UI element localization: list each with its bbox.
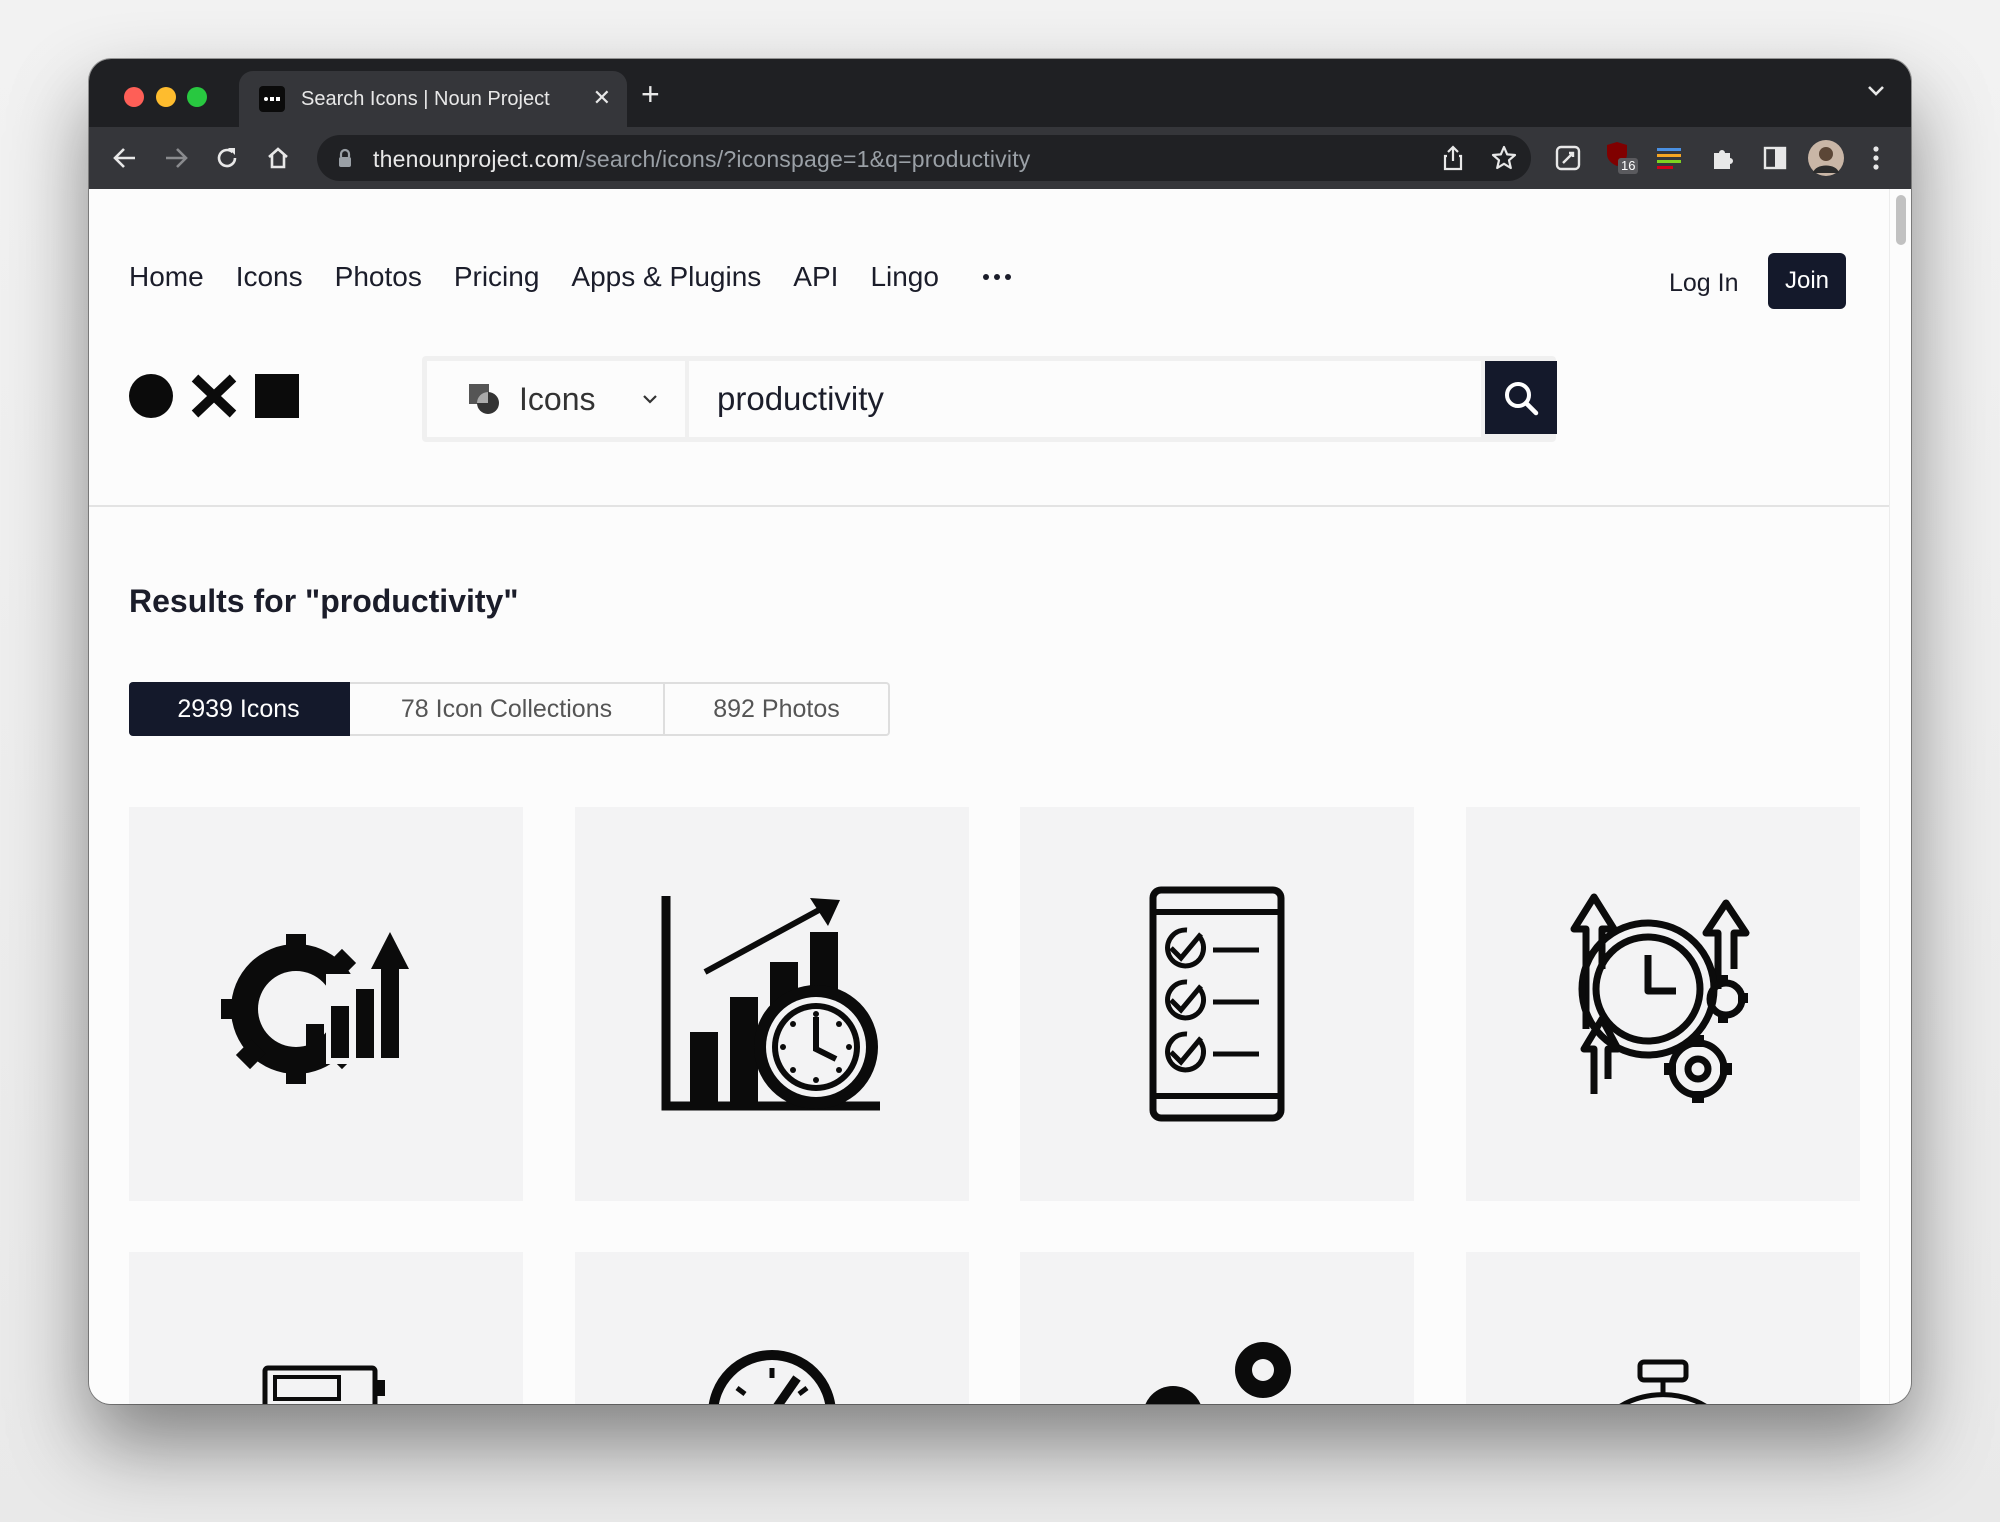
results-title: Results for "productivity" <box>129 583 519 619</box>
chart-clock-growth-icon <box>661 896 880 1111</box>
icon-result-card[interactable] <box>575 1252 969 1404</box>
more-menu-icon[interactable] <box>982 274 1011 280</box>
header-divider <box>89 505 1889 507</box>
search-icon <box>1505 381 1539 415</box>
url-text: thenounproject.com/search/icons/?iconspa… <box>373 146 1031 173</box>
tab-title: Search Icons | Noun Project <box>301 87 550 110</box>
address-bar[interactable]: thenounproject.com/search/icons/?iconspa… <box>317 135 1531 181</box>
icon-result-card[interactable] <box>1466 1252 1860 1404</box>
nav-link-pricing[interactable]: Pricing <box>454 261 540 293</box>
page-content: Home Icons Photos Pricing Apps & Plugins… <box>89 189 1889 1404</box>
extensions-puzzle-icon[interactable] <box>1709 144 1737 172</box>
browser-menu-icon[interactable] <box>1871 144 1881 172</box>
icon-result-card[interactable] <box>575 807 969 1201</box>
url-path: /search/icons/?iconspage=1&q=productivit… <box>578 146 1031 172</box>
chevron-down-icon <box>643 395 658 404</box>
tab-close-icon[interactable]: ✕ <box>593 87 611 109</box>
extension-compose-icon[interactable] <box>1554 144 1582 172</box>
minimize-window-button[interactable] <box>156 87 176 107</box>
reload-icon[interactable] <box>213 144 241 172</box>
tab-icon-collections-count[interactable]: 78 Icon Collections <box>350 682 665 736</box>
tab-icons-count[interactable]: 2939 Icons <box>129 682 350 736</box>
icon-result-card[interactable] <box>1020 1252 1414 1404</box>
close-window-button[interactable] <box>124 87 144 107</box>
icon-result-card[interactable] <box>1020 807 1414 1201</box>
clock-gears-arrows-icon <box>1570 893 1750 1103</box>
icon-result-card[interactable] <box>129 1252 523 1404</box>
nav-link-lingo[interactable]: Lingo <box>870 261 939 293</box>
browser-window: Search Icons | Noun Project ✕ + thenounp <box>89 59 1911 1404</box>
main-nav: Home Icons Photos Pricing Apps & Plugins… <box>129 261 1011 293</box>
person-gear-icon <box>1145 1342 1291 1404</box>
icons-type-icon <box>469 384 499 414</box>
phone-checklist-icon <box>1149 886 1285 1122</box>
gear-growth-chart-icon <box>221 932 426 1084</box>
ublock-extension[interactable]: 16 <box>1605 140 1639 176</box>
back-arrow-icon[interactable] <box>111 144 139 172</box>
icon-result-card[interactable] <box>1466 807 1860 1201</box>
bookmark-star-icon[interactable] <box>1491 145 1517 171</box>
search-input[interactable] <box>689 361 1481 437</box>
icon-result-card[interactable] <box>129 807 523 1201</box>
new-tab-button[interactable]: + <box>641 78 660 110</box>
nav-link-apps-plugins[interactable]: Apps & Plugins <box>571 261 761 293</box>
noun-project-logo[interactable] <box>129 373 301 419</box>
stopwatch-icon <box>1619 1359 1707 1404</box>
nav-link-icons[interactable]: Icons <box>236 261 303 293</box>
search-type-label: Icons <box>519 380 596 417</box>
scrollbar-thumb[interactable] <box>1896 195 1906 245</box>
noun-project-favicon-icon <box>259 86 285 112</box>
forward-arrow-icon[interactable] <box>162 144 190 172</box>
maximize-window-button[interactable] <box>187 87 207 107</box>
home-icon[interactable] <box>264 144 292 172</box>
join-button[interactable]: Join <box>1768 253 1846 309</box>
tab-strip: Search Icons | Noun Project ✕ + <box>89 59 1911 127</box>
tab-search-chevron-icon[interactable] <box>1867 85 1885 97</box>
url-domain: thenounproject.com <box>373 146 579 172</box>
nav-link-photos[interactable]: Photos <box>335 261 422 293</box>
page-scrollbar[interactable] <box>1889 189 1911 1404</box>
log-in-link[interactable]: Log In <box>1669 269 1739 298</box>
search-bar: Icons <box>422 356 1557 442</box>
results-type-tabs: 2939 Icons 78 Icon Collections 892 Photo… <box>129 682 890 736</box>
browser-tab[interactable]: Search Icons | Noun Project ✕ <box>239 71 627 127</box>
lock-icon[interactable] <box>337 148 353 168</box>
extension-badge: 16 <box>1618 158 1639 174</box>
share-icon[interactable] <box>1441 145 1465 171</box>
speedometer-icon <box>708 1350 836 1404</box>
tab-photos-count[interactable]: 892 Photos <box>665 682 890 736</box>
color-bars-extension-icon[interactable] <box>1655 144 1685 172</box>
nav-link-api[interactable]: API <box>793 261 838 293</box>
battery-icon <box>262 1365 385 1404</box>
profile-avatar[interactable] <box>1807 139 1845 177</box>
browser-toolbar: thenounproject.com/search/icons/?iconspa… <box>89 127 1911 189</box>
search-button[interactable] <box>1485 361 1557 434</box>
side-panel-icon[interactable] <box>1761 144 1789 172</box>
nav-link-home[interactable]: Home <box>129 261 204 293</box>
search-type-select[interactable]: Icons <box>427 361 685 437</box>
